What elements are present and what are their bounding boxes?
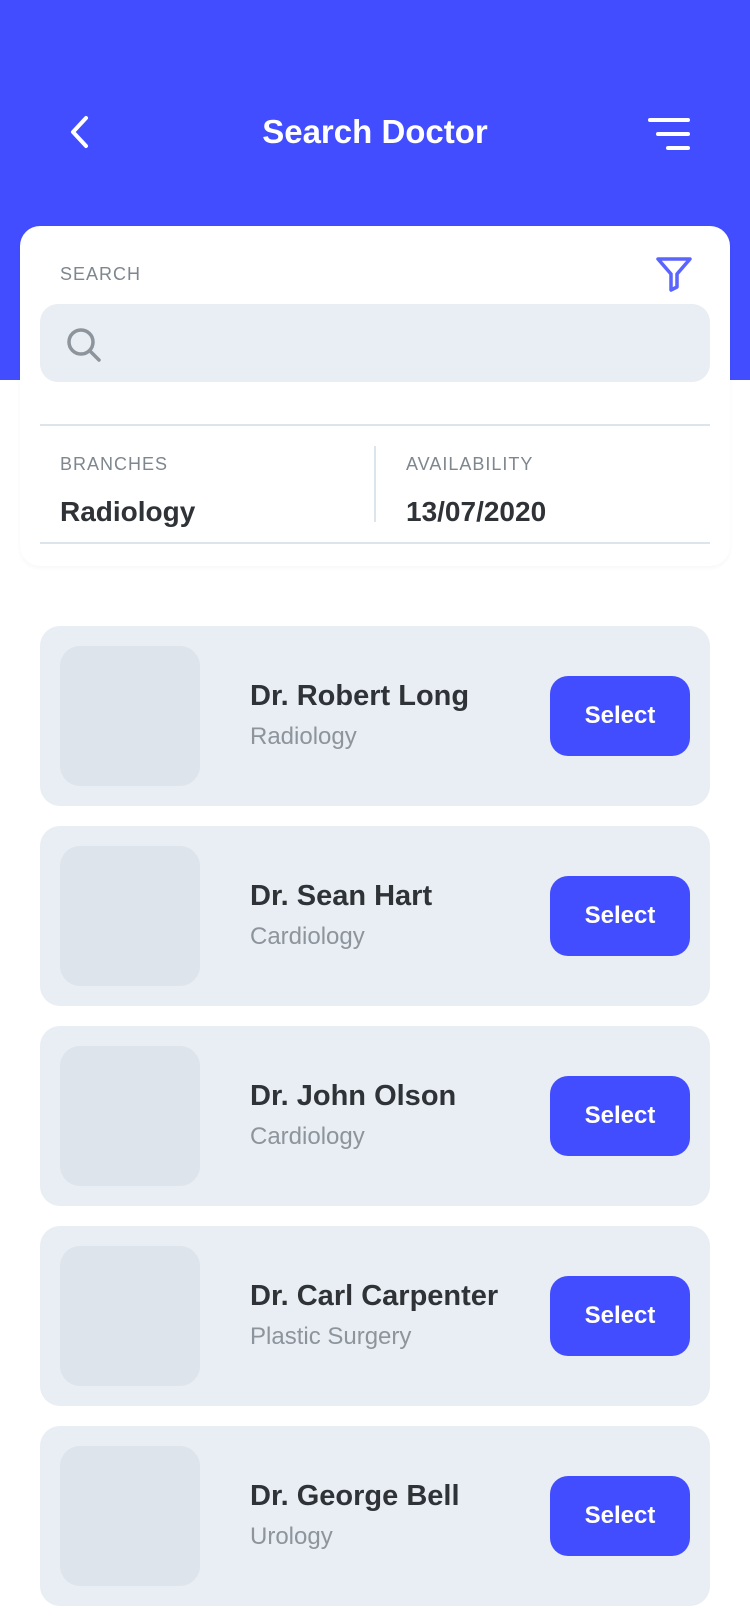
doctor-card[interactable]: Dr. Carl Carpenter Plastic Surgery Selec… (40, 1226, 710, 1406)
menu-icon (648, 118, 690, 122)
filter-button[interactable] (654, 254, 694, 294)
search-label: SEARCH (60, 264, 142, 284)
select-button[interactable]: Select (550, 1476, 690, 1556)
menu-icon (656, 132, 690, 136)
search-box[interactable] (40, 304, 710, 382)
branches-label: BRANCHES (60, 454, 169, 474)
doctor-name: Dr. Carl Carpenter (250, 1280, 499, 1312)
doctor-avatar (60, 1446, 200, 1586)
doctor-specialty: Radiology (250, 723, 357, 750)
doctor-name: Dr. Sean Hart (250, 880, 433, 912)
doctor-avatar (60, 646, 200, 786)
doctor-name: Dr. John Olson (250, 1080, 457, 1112)
select-button[interactable]: Select (550, 1076, 690, 1156)
doctor-avatar (60, 1046, 200, 1186)
select-button[interactable]: Select (550, 1276, 690, 1356)
doctor-list: Dr. Robert Long Radiology Select Dr. Sea… (40, 626, 710, 1624)
search-card: SEARCH BRANCHES Radiology AVAILABILITY 1… (20, 226, 730, 566)
search-input[interactable] (120, 304, 700, 382)
branches-field[interactable]: BRANCHES Radiology (60, 452, 360, 528)
branches-value: Radiology (60, 496, 196, 527)
doctor-card[interactable]: Dr. Robert Long Radiology Select (40, 626, 710, 806)
menu-button[interactable] (644, 112, 692, 156)
availability-field[interactable]: AVAILABILITY 13/07/2020 (406, 452, 706, 528)
select-button[interactable]: Select (550, 676, 690, 756)
filter-icon (656, 257, 692, 292)
doctor-specialty: Cardiology (250, 923, 365, 950)
doctor-name: Dr. Robert Long (250, 680, 470, 712)
availability-label: AVAILABILITY (406, 454, 534, 474)
doctor-specialty: Plastic Surgery (250, 1323, 412, 1350)
doctor-name: Dr. George Bell (250, 1480, 460, 1512)
doctor-card[interactable]: Dr. John Olson Cardiology Select (40, 1026, 710, 1206)
search-icon (67, 328, 101, 362)
doctor-avatar (60, 1246, 200, 1386)
doctor-specialty: Cardiology (250, 1123, 365, 1150)
menu-icon (666, 146, 690, 150)
page-title: Search Doctor (262, 113, 488, 150)
doctor-specialty: Urology (250, 1523, 333, 1550)
select-button[interactable]: Select (550, 876, 690, 956)
doctor-card[interactable]: Dr. Sean Hart Cardiology Select (40, 826, 710, 1006)
divider (374, 446, 376, 522)
doctor-avatar (60, 846, 200, 986)
divider (40, 542, 710, 544)
availability-value: 13/07/2020 (406, 496, 547, 527)
doctor-card[interactable]: Dr. George Bell Urology Select (40, 1426, 710, 1606)
divider (40, 424, 710, 426)
